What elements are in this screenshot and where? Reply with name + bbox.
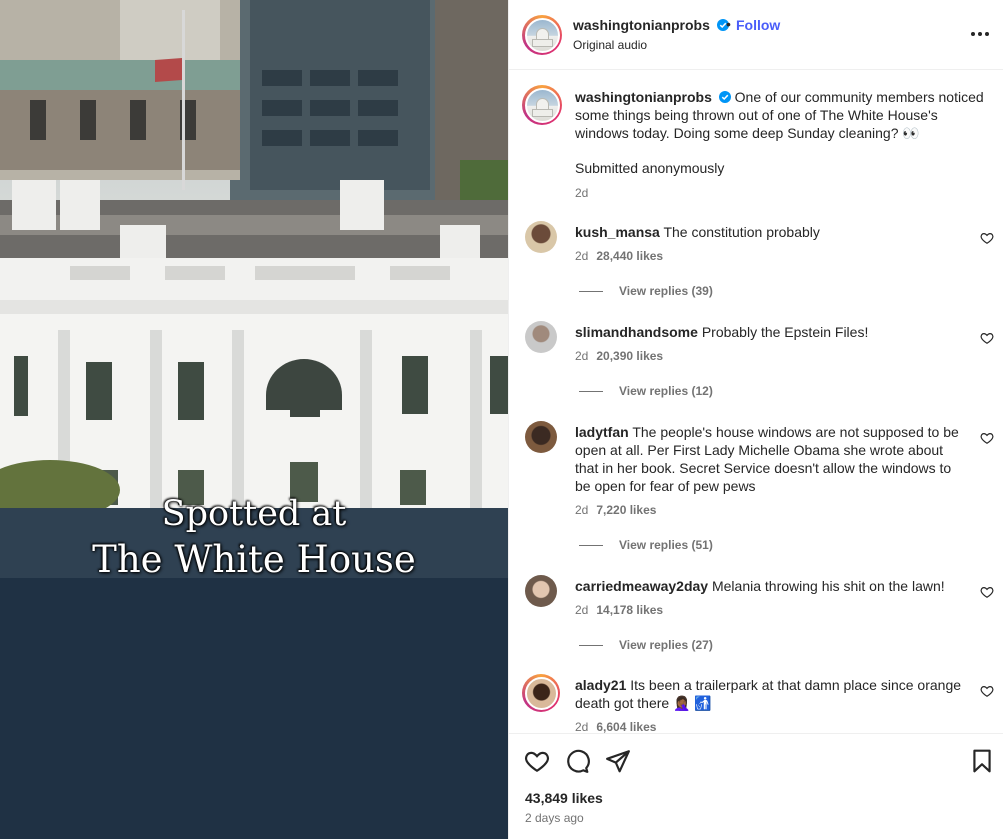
view-replies-label: View replies (27): [619, 638, 713, 652]
comment-likes[interactable]: 20,390 likes: [596, 349, 663, 363]
overlay-caption-line2: The White House: [92, 538, 416, 581]
comment-text: kush_mansa The constitution probably: [575, 223, 970, 241]
post-header: washingtonianprobs • Follow Original aud…: [509, 0, 1003, 70]
comment-heart-icon[interactable]: [980, 684, 994, 698]
comment-body: Its been a trailerpark at that damn plac…: [575, 677, 962, 711]
comment-meta: 2d 14,178 likes: [575, 603, 663, 617]
comment-text: slimandhandsome Probably the Epstein Fil…: [575, 323, 970, 341]
comment-heart-icon[interactable]: [980, 431, 994, 445]
paper-plane-icon[interactable]: [605, 748, 631, 774]
audio-label[interactable]: Original audio: [573, 38, 647, 52]
comment-text: ladytfan The people's house windows are …: [575, 423, 970, 495]
comment-username[interactable]: carriedmeaway2day: [575, 578, 708, 594]
commenter-avatar[interactable]: [525, 421, 557, 453]
comment-time: 2d: [575, 503, 589, 517]
post-timestamp: 2 days ago: [525, 811, 584, 825]
comments-section[interactable]: washingtonianprobs One of our community …: [509, 71, 1003, 733]
author-username[interactable]: washingtonianprobs: [573, 17, 710, 33]
view-replies-label: View replies (51): [619, 538, 713, 552]
comment-bubble-icon[interactable]: [564, 748, 590, 774]
comment-likes[interactable]: 28,440 likes: [596, 249, 663, 263]
comment-text: carriedmeaway2day Melania throwing his s…: [575, 577, 970, 595]
caption-submitted: Submitted anonymously: [575, 160, 725, 176]
separator-dot: •: [726, 16, 731, 32]
comment-body: Melania throwing his shit on the lawn!: [711, 578, 945, 594]
post-media[interactable]: Spotted at The White House: [0, 0, 508, 839]
comment-likes[interactable]: 6,604 likes: [596, 720, 656, 733]
view-replies-button[interactable]: View replies (39): [579, 284, 713, 298]
post-actions: 43,849 likes 2 days ago: [509, 733, 1003, 839]
comment-time: 2d: [575, 603, 589, 617]
commenter-avatar[interactable]: [525, 575, 557, 607]
comment-username[interactable]: slimandhandsome: [575, 324, 698, 340]
comment-time: 2d: [575, 720, 589, 733]
comment-meta: 2d 6,604 likes: [575, 720, 656, 733]
comment-username[interactable]: kush_mansa: [575, 224, 660, 240]
comment-meta: 2d 28,440 likes: [575, 249, 663, 263]
comment-body: Probably the Epstein Files!: [701, 324, 869, 340]
comment-time: 2d: [575, 249, 589, 263]
comment-time: 2d: [575, 349, 589, 363]
commenter-avatar[interactable]: [525, 221, 557, 253]
view-replies-label: View replies (12): [619, 384, 713, 398]
more-options-icon[interactable]: [971, 28, 991, 40]
comment-likes[interactable]: 7,220 likes: [596, 503, 656, 517]
view-replies-button[interactable]: View replies (12): [579, 384, 713, 398]
commenter-avatar[interactable]: [525, 321, 557, 353]
caption-time: 2d: [575, 186, 589, 200]
comment-heart-icon[interactable]: [980, 331, 994, 345]
comment-body: The constitution probably: [663, 224, 820, 240]
likes-count[interactable]: 43,849 likes: [525, 790, 603, 806]
comment-text: alady21 Its been a trailerpark at that d…: [575, 676, 970, 712]
caption-avatar[interactable]: [522, 85, 562, 125]
white-house-photo: [0, 0, 508, 839]
bookmark-icon[interactable]: [969, 748, 995, 774]
post-panel: washingtonianprobs • Follow Original aud…: [508, 0, 1003, 839]
heart-icon[interactable]: [524, 748, 550, 774]
comment-body: The people's house windows are not suppo…: [575, 424, 959, 494]
verified-badge-icon: [718, 91, 731, 103]
comment-likes[interactable]: 14,178 likes: [596, 603, 663, 617]
comment-heart-icon[interactable]: [980, 585, 994, 599]
view-replies-label: View replies (39): [619, 284, 713, 298]
comment-username[interactable]: alady21: [575, 677, 626, 693]
caption-username[interactable]: washingtonianprobs: [575, 89, 712, 105]
caption-text: washingtonianprobs One of our community …: [575, 88, 985, 142]
comment-meta: 2d 20,390 likes: [575, 349, 663, 363]
author-avatar[interactable]: [522, 15, 562, 55]
overlay-caption-line1: Spotted at: [161, 494, 347, 534]
view-replies-button[interactable]: View replies (51): [579, 538, 713, 552]
commenter-avatar[interactable]: [522, 674, 560, 712]
view-replies-button[interactable]: View replies (27): [579, 638, 713, 652]
comment-meta: 2d 7,220 likes: [575, 503, 656, 517]
follow-button[interactable]: Follow: [736, 17, 780, 33]
author-username-row: washingtonianprobs: [573, 17, 729, 33]
comment-username[interactable]: ladytfan: [575, 424, 629, 440]
comment-heart-icon[interactable]: [980, 231, 994, 245]
